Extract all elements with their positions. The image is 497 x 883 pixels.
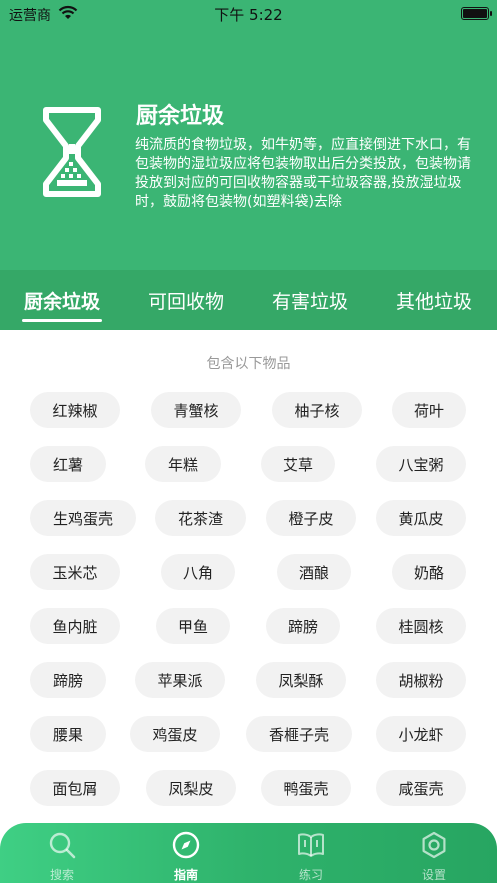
nav-practice[interactable]: 练习 bbox=[266, 823, 356, 883]
tab-hazardous[interactable]: 有害垃圾 bbox=[270, 270, 350, 330]
item-chip[interactable]: 咸蛋壳 bbox=[376, 770, 466, 806]
item-chip[interactable]: 花茶渣 bbox=[155, 500, 246, 536]
item-chip[interactable]: 艾草 bbox=[261, 446, 335, 482]
item-chip[interactable]: 凤梨酥 bbox=[256, 662, 346, 698]
tab-kitchen-waste[interactable]: 厨余垃圾 bbox=[22, 270, 102, 330]
tab-other-waste[interactable]: 其他垃圾 bbox=[394, 270, 474, 330]
status-bar: 运营商 下午 5:22 bbox=[0, 0, 497, 28]
bottom-nav: 搜索 指南 练习 设置 bbox=[0, 823, 497, 883]
item-chip[interactable]: 凤梨皮 bbox=[146, 770, 236, 806]
tab-label: 有害垃圾 bbox=[271, 290, 348, 313]
item-chip[interactable]: 奶酪 bbox=[392, 554, 466, 590]
nav-label: 搜索 bbox=[49, 868, 74, 882]
item-chip[interactable]: 鸡蛋皮 bbox=[130, 716, 220, 752]
tab-label: 其他垃圾 bbox=[395, 290, 472, 313]
item-chip[interactable]: 小龙虾 bbox=[376, 716, 466, 752]
item-chip[interactable]: 玉米芯 bbox=[30, 554, 120, 590]
item-chip[interactable]: 甲鱼 bbox=[156, 608, 230, 644]
section-title: 包含以下物品 bbox=[206, 356, 291, 372]
item-chip[interactable]: 桂圆核 bbox=[376, 608, 466, 644]
item-chip[interactable]: 面包屑 bbox=[30, 770, 120, 806]
active-tab-indicator bbox=[22, 319, 102, 322]
item-chip[interactable]: 八宝粥 bbox=[376, 446, 466, 482]
category-tabs: 厨余垃圾 可回收物 有害垃圾 其他垃圾 bbox=[0, 270, 497, 330]
tab-label: 厨余垃圾 bbox=[23, 290, 100, 313]
item-chip[interactable]: 青蟹核 bbox=[151, 392, 241, 428]
nav-guide[interactable]: 指南 bbox=[141, 823, 231, 883]
item-chip[interactable]: 酒酿 bbox=[277, 554, 351, 590]
tab-recyclable[interactable]: 可回收物 bbox=[146, 270, 226, 330]
search-icon bbox=[49, 832, 76, 859]
item-chip[interactable]: 腰果 bbox=[30, 716, 106, 752]
item-chip[interactable]: 柚子核 bbox=[272, 392, 362, 428]
item-chip[interactable]: 红薯 bbox=[30, 446, 106, 482]
item-chip[interactable]: 苹果派 bbox=[135, 662, 225, 698]
book-icon bbox=[298, 833, 324, 857]
item-chip[interactable]: 香榧子壳 bbox=[246, 716, 352, 752]
nav-search[interactable]: 搜索 bbox=[17, 823, 107, 883]
settings-icon bbox=[422, 831, 446, 859]
category-header: 厨余垃圾 纯流质的食物垃圾，如牛奶等，应直接倒进下水口，有包装物的湿垃圾应将包装… bbox=[0, 28, 497, 270]
item-chip[interactable]: 生鸡蛋壳 bbox=[30, 500, 136, 536]
battery-icon bbox=[461, 7, 492, 20]
item-chip[interactable]: 蹄膀 bbox=[30, 662, 106, 698]
tab-label: 可回收物 bbox=[147, 290, 224, 313]
item-chip[interactable]: 鸭蛋壳 bbox=[261, 770, 351, 806]
item-chip[interactable]: 荷叶 bbox=[392, 392, 466, 428]
compass-icon bbox=[172, 831, 200, 859]
item-chip[interactable]: 橙子皮 bbox=[266, 500, 356, 536]
item-chip[interactable]: 鱼内脏 bbox=[30, 608, 120, 644]
item-chip[interactable]: 红辣椒 bbox=[30, 392, 120, 428]
nav-label: 练习 bbox=[298, 868, 323, 882]
item-chip[interactable]: 八角 bbox=[161, 554, 235, 590]
item-chip[interactable]: 黄瓜皮 bbox=[376, 500, 466, 536]
hourglass-icon bbox=[43, 107, 101, 197]
nav-settings[interactable]: 设置 bbox=[389, 823, 479, 883]
category-title: 厨余垃圾 bbox=[136, 104, 225, 129]
nav-label: 设置 bbox=[421, 868, 446, 882]
category-description: 纯流质的食物垃圾，如牛奶等，应直接倒进下水口，有包装物的湿垃圾应将包装物取出后分… bbox=[135, 137, 471, 210]
item-chip[interactable]: 胡椒粉 bbox=[376, 662, 466, 698]
status-time: 下午 5:22 bbox=[214, 6, 283, 24]
item-chip[interactable]: 蹄膀 bbox=[266, 608, 340, 644]
nav-label: 指南 bbox=[173, 868, 198, 882]
item-chip[interactable]: 年糕 bbox=[145, 446, 221, 482]
